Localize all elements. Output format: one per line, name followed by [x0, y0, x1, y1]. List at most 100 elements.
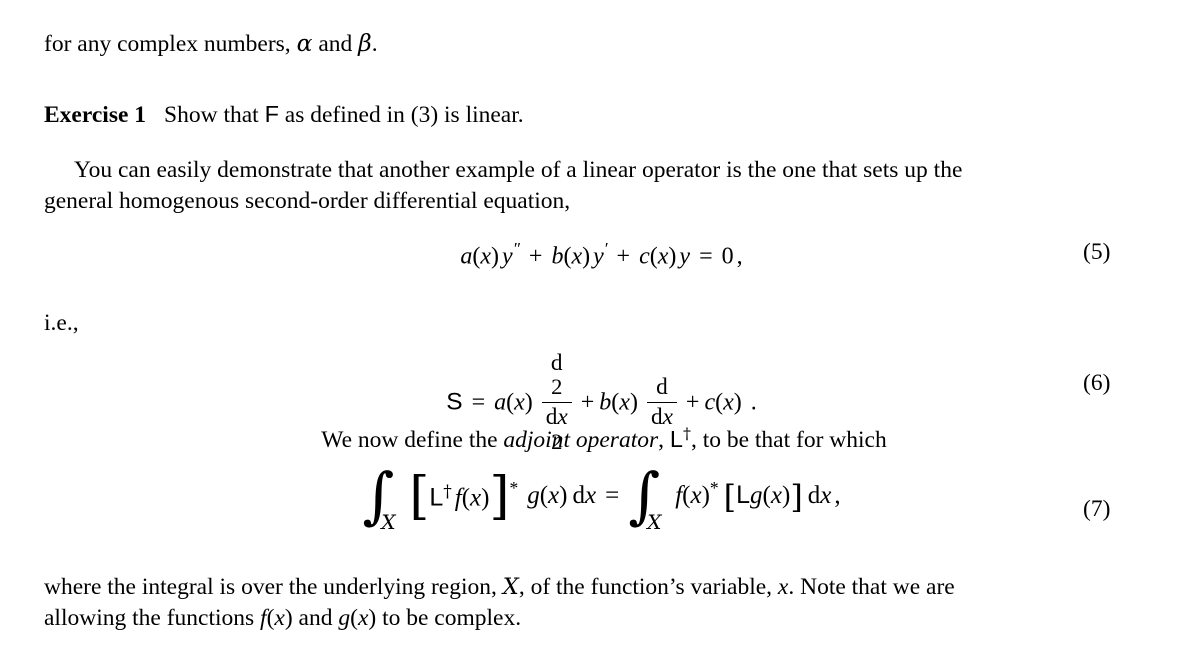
exercise-text-after: as defined in (3) is linear. [278, 102, 524, 128]
eq7-star2: * [709, 478, 719, 498]
integral-lower-limit: X [381, 510, 396, 535]
eq7-f1: f [454, 484, 462, 512]
adjoint-text-after: , to be that for which [690, 426, 887, 453]
eq6-x2: x [619, 389, 630, 416]
eq5-a: a [460, 243, 473, 270]
integral-lower-limit: X [647, 510, 662, 535]
operator-F-symbol: F [264, 101, 279, 127]
adjoint-emphasis: adjoint operator [503, 426, 659, 453]
eq5-single-prime: ′ [603, 239, 608, 258]
eq6-paren-close2: ) [629, 389, 638, 416]
where-g: g [338, 605, 351, 631]
equation-5: a(x) y″ + b(x) y′ + c(x) y = 0, (5) [0, 239, 1203, 271]
eq7-g2: g [750, 482, 763, 510]
eq5-y2: y [593, 243, 604, 270]
eq5-x1: x [480, 243, 492, 270]
paragraph-linear-operator-line1: You can easily demonstrate that another … [44, 155, 1164, 186]
beta-symbol: β [358, 29, 372, 57]
adjoint-applied-to-f: L† f(x) [429, 482, 489, 513]
eq6-a: a [494, 389, 507, 416]
where-paren-close1: ) [284, 605, 293, 631]
fraction-numerator: d [647, 375, 677, 400]
equation-5-number: (5) [1083, 239, 1111, 265]
complex-numbers-prefix: for any complex numbers, [44, 31, 297, 57]
eq6-b: b [599, 389, 612, 416]
paragraph-linear-operator-line2: general homogenous second-order differen… [44, 186, 1164, 217]
eq6-paren-open3: ( [715, 389, 724, 416]
eq5-b: b [551, 243, 564, 270]
bracket-close-medium: ] [790, 477, 803, 516]
eq5-zero: 0 [721, 243, 734, 270]
eq5-plus2: + [616, 243, 631, 270]
where-part1: where the integral is over the underlyin… [44, 574, 503, 600]
alpha-symbol: α [296, 29, 313, 57]
eq5-c: c [639, 243, 650, 270]
equation-7-number: (7) [1083, 496, 1111, 522]
eq5-double-prime: ″ [512, 239, 520, 258]
eq7-paren-close3: ) [701, 482, 710, 510]
line-complex-numbers: for any complex numbers, α and β. [44, 28, 1164, 60]
equation-7-body: ∫ X [L† f(x)]* g(x) dx = ∫ Xf(x)* [Lg(x)] dx, [362, 465, 841, 534]
where-part2: , of the function’s variable, [518, 574, 778, 600]
eq6-f1-num-exp: 2 [551, 374, 563, 399]
eq7-x2: x [548, 482, 560, 510]
dagger-icon: † [443, 482, 452, 503]
eq6-paren-close3: ) [733, 389, 742, 416]
eq5-comma: , [736, 243, 743, 270]
eq5-paren-close2: ) [582, 243, 591, 270]
eq5-x2: x [571, 243, 583, 270]
eq6-equals: = [471, 389, 486, 416]
fraction-bar [541, 401, 572, 404]
eq6-f2-num-d: d [656, 374, 668, 401]
eq5-paren-open3: ( [649, 243, 658, 270]
eq7-g1: g [527, 482, 540, 510]
fraction-numerator: d2 [542, 350, 572, 401]
eq5-y1: y [502, 243, 513, 270]
dagger-icon: † [682, 424, 691, 443]
integral-sign-right: ∫ X [628, 465, 672, 534]
exercise-block: Exercise 1 Show that F as defined in (3) … [44, 99, 1164, 131]
paragraph-line-text: general homogenous second-order differen… [44, 188, 571, 214]
eq7-x1: x [470, 484, 482, 512]
exercise-label: Exercise 1 [44, 102, 147, 128]
document-page: for any complex numbers, α and β. Exerci… [0, 0, 1203, 648]
eq7-x3: x [584, 482, 597, 510]
where-and: and [292, 605, 339, 631]
eq7-paren-open2: ( [539, 482, 549, 510]
line-adjoint-definition: We now define the adjoint operator, L†, … [44, 418, 1164, 456]
paragraph-line-text: You can easily demonstrate that another … [74, 157, 963, 183]
eq7-x5: x [770, 482, 782, 510]
eq7-paren-close1: ) [481, 484, 490, 512]
eq6-plus2: + [685, 389, 700, 416]
eq5-paren-close: ) [491, 243, 500, 270]
eq7-paren-open1: ( [461, 484, 471, 512]
where-x2: x [357, 605, 369, 631]
eq6-c: c [704, 389, 716, 416]
paragraph-where-line1: where the integral is over the underlyin… [44, 572, 1164, 603]
equation-6-number: (6) [1083, 370, 1111, 396]
operator-L-symbol: L [669, 425, 683, 452]
integral-sign-left: ∫ X [362, 465, 406, 534]
eq7-d1: d [572, 482, 585, 510]
bracket-open-large: [ [409, 466, 430, 527]
eq7-equals: = [605, 482, 620, 510]
eq7-paren-open4: ( [762, 482, 771, 510]
where-paren-open2: ( [350, 605, 358, 631]
operator-S-symbol: S [446, 388, 463, 416]
ie-text: i.e., [44, 310, 79, 336]
cal-X-symbol: X [502, 574, 519, 600]
eq7-x4: x [690, 482, 702, 510]
eq5-y3: y [679, 243, 691, 270]
paragraph-where-line2: allowing the functions f(x) and g(x) to … [44, 603, 1164, 634]
where-line2-part2: to be complex. [376, 605, 522, 631]
fraction-bar [646, 401, 677, 404]
paragraph-linear-operator: You can easily demonstrate that another … [44, 155, 1164, 217]
eq7-paren-close2: ) [559, 482, 568, 510]
eq7-comma: , [834, 482, 841, 510]
operator-L-symbol: L [429, 483, 444, 512]
line-ie: i.e., [44, 308, 344, 339]
eq7-x6: x [820, 482, 832, 510]
eq5-plus1: + [528, 243, 543, 270]
eq6-x1: x [514, 389, 525, 416]
eq5-paren-close3: ) [668, 243, 677, 270]
